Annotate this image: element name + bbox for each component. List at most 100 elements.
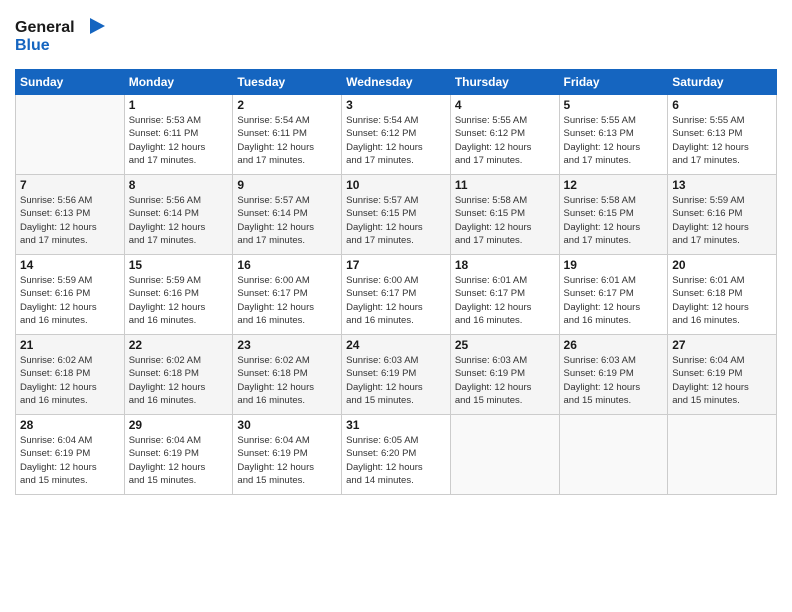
week-row-5: 28 Sunrise: 6:04 AMSunset: 6:19 PMDayligh… [16, 415, 777, 495]
calendar-cell: 24Sunrise: 6:03 AMSunset: 6:19 PMDayligh… [342, 335, 451, 415]
calendar-cell: 5 Sunrise: 5:55 AMSunset: 6:13 PMDaylight… [559, 95, 668, 175]
header-row: SundayMondayTuesdayWednesdayThursdayFrid… [16, 70, 777, 95]
day-number: 4 [455, 98, 555, 112]
day-number: 3 [346, 98, 446, 112]
calendar-cell: 23 Sunrise: 6:02 AMSunset: 6:18 PMDayligh… [233, 335, 342, 415]
calendar-cell: 17 Sunrise: 6:00 AMSunset: 6:17 PMDayligh… [342, 255, 451, 335]
week-row-4: 21 Sunrise: 6:02 AMSunset: 6:18 PMDayligh… [16, 335, 777, 415]
day-info: Sunrise: 5:53 AMSunset: 6:11 PMDaylight:… [129, 114, 229, 167]
calendar-cell: 6 Sunrise: 5:55 AMSunset: 6:13 PMDaylight… [668, 95, 777, 175]
week-row-1: 1 Sunrise: 5:53 AMSunset: 6:11 PMDaylight… [16, 95, 777, 175]
calendar-cell: 29 Sunrise: 6:04 AMSunset: 6:19 PMDayligh… [124, 415, 233, 495]
week-row-2: 7 Sunrise: 5:56 AMSunset: 6:13 PMDaylight… [16, 175, 777, 255]
calendar-cell: 20Sunrise: 6:01 AMSunset: 6:18 PMDayligh… [668, 255, 777, 335]
day-info: Sunrise: 5:59 AMSunset: 6:16 PMDaylight:… [20, 274, 120, 327]
day-info: Sunrise: 5:56 AMSunset: 6:14 PMDaylight:… [129, 194, 229, 247]
calendar-cell [16, 95, 125, 175]
calendar-cell: 7 Sunrise: 5:56 AMSunset: 6:13 PMDaylight… [16, 175, 125, 255]
day-number: 9 [237, 178, 337, 192]
day-info: Sunrise: 6:00 AMSunset: 6:17 PMDaylight:… [237, 274, 337, 327]
calendar-cell: 14 Sunrise: 5:59 AMSunset: 6:16 PMDayligh… [16, 255, 125, 335]
calendar-cell: 16 Sunrise: 6:00 AMSunset: 6:17 PMDayligh… [233, 255, 342, 335]
day-info: Sunrise: 6:00 AMSunset: 6:17 PMDaylight:… [346, 274, 446, 327]
day-number: 11 [455, 178, 555, 192]
day-number: 31 [346, 418, 446, 432]
day-info: Sunrise: 5:55 AMSunset: 6:13 PMDaylight:… [672, 114, 772, 167]
calendar-cell: 8Sunrise: 5:56 AMSunset: 6:14 PMDaylight… [124, 175, 233, 255]
day-number: 15 [129, 258, 229, 272]
column-header-wednesday: Wednesday [342, 70, 451, 95]
week-row-3: 14 Sunrise: 5:59 AMSunset: 6:16 PMDayligh… [16, 255, 777, 335]
day-number: 10 [346, 178, 446, 192]
calendar-cell: 10 Sunrise: 5:57 AMSunset: 6:15 PMDayligh… [342, 175, 451, 255]
column-header-thursday: Thursday [450, 70, 559, 95]
day-info: Sunrise: 6:02 AMSunset: 6:18 PMDaylight:… [20, 354, 120, 407]
day-info: Sunrise: 5:57 AMSunset: 6:14 PMDaylight:… [237, 194, 337, 247]
day-info: Sunrise: 5:58 AMSunset: 6:15 PMDaylight:… [564, 194, 664, 247]
day-info: Sunrise: 6:04 AMSunset: 6:19 PMDaylight:… [672, 354, 772, 407]
logo: General Blue [15, 14, 105, 61]
day-info: Sunrise: 6:04 AMSunset: 6:19 PMDaylight:… [237, 434, 337, 487]
day-info: Sunrise: 5:59 AMSunset: 6:16 PMDaylight:… [129, 274, 229, 327]
calendar-cell: 4 Sunrise: 5:55 AMSunset: 6:12 PMDaylight… [450, 95, 559, 175]
day-info: Sunrise: 6:01 AMSunset: 6:17 PMDaylight:… [455, 274, 555, 327]
day-info: Sunrise: 6:02 AMSunset: 6:18 PMDaylight:… [237, 354, 337, 407]
calendar-cell: 30 Sunrise: 6:04 AMSunset: 6:19 PMDayligh… [233, 415, 342, 495]
svg-text:General: General [15, 19, 75, 36]
day-number: 29 [129, 418, 229, 432]
day-info: Sunrise: 5:54 AMSunset: 6:11 PMDaylight:… [237, 114, 337, 167]
day-info: Sunrise: 6:03 AMSunset: 6:19 PMDaylight:… [564, 354, 664, 407]
column-header-saturday: Saturday [668, 70, 777, 95]
day-number: 26 [564, 338, 664, 352]
day-info: Sunrise: 5:55 AMSunset: 6:12 PMDaylight:… [455, 114, 555, 167]
day-info: Sunrise: 5:54 AMSunset: 6:12 PMDaylight:… [346, 114, 446, 167]
calendar-cell [559, 415, 668, 495]
day-number: 5 [564, 98, 664, 112]
calendar-cell: 21 Sunrise: 6:02 AMSunset: 6:18 PMDayligh… [16, 335, 125, 415]
day-number: 23 [237, 338, 337, 352]
calendar-cell: 15 Sunrise: 5:59 AMSunset: 6:16 PMDayligh… [124, 255, 233, 335]
header: General Blue [15, 10, 777, 61]
day-number: 13 [672, 178, 772, 192]
calendar-cell: 25Sunrise: 6:03 AMSunset: 6:19 PMDayligh… [450, 335, 559, 415]
day-info: Sunrise: 6:05 AMSunset: 6:20 PMDaylight:… [346, 434, 446, 487]
day-number: 16 [237, 258, 337, 272]
calendar-cell [450, 415, 559, 495]
day-number: 6 [672, 98, 772, 112]
day-number: 22 [129, 338, 229, 352]
day-info: Sunrise: 6:03 AMSunset: 6:19 PMDaylight:… [346, 354, 446, 407]
day-info: Sunrise: 6:01 AMSunset: 6:17 PMDaylight:… [564, 274, 664, 327]
day-info: Sunrise: 5:56 AMSunset: 6:13 PMDaylight:… [20, 194, 120, 247]
day-number: 2 [237, 98, 337, 112]
column-header-sunday: Sunday [16, 70, 125, 95]
day-info: Sunrise: 5:55 AMSunset: 6:13 PMDaylight:… [564, 114, 664, 167]
day-number: 1 [129, 98, 229, 112]
day-info: Sunrise: 5:59 AMSunset: 6:16 PMDaylight:… [672, 194, 772, 247]
calendar-cell: 11Sunrise: 5:58 AMSunset: 6:15 PMDayligh… [450, 175, 559, 255]
day-info: Sunrise: 6:01 AMSunset: 6:18 PMDaylight:… [672, 274, 772, 327]
day-info: Sunrise: 6:04 AMSunset: 6:19 PMDaylight:… [129, 434, 229, 487]
column-header-tuesday: Tuesday [233, 70, 342, 95]
calendar-cell: 3 Sunrise: 5:54 AMSunset: 6:12 PMDaylight… [342, 95, 451, 175]
day-number: 7 [20, 178, 120, 192]
calendar-cell: 28 Sunrise: 6:04 AMSunset: 6:19 PMDayligh… [16, 415, 125, 495]
day-info: Sunrise: 5:57 AMSunset: 6:15 PMDaylight:… [346, 194, 446, 247]
day-number: 12 [564, 178, 664, 192]
calendar-cell: 31 Sunrise: 6:05 AMSunset: 6:20 PMDayligh… [342, 415, 451, 495]
column-header-friday: Friday [559, 70, 668, 95]
day-info: Sunrise: 6:03 AMSunset: 6:19 PMDaylight:… [455, 354, 555, 407]
page: General Blue SundayMondayTuesdayWednesda… [0, 0, 792, 612]
calendar-cell: 19 Sunrise: 6:01 AMSunset: 6:17 PMDayligh… [559, 255, 668, 335]
day-number: 17 [346, 258, 446, 272]
calendar-cell: 18Sunrise: 6:01 AMSunset: 6:17 PMDayligh… [450, 255, 559, 335]
day-number: 28 [20, 418, 120, 432]
calendar-cell: 1 Sunrise: 5:53 AMSunset: 6:11 PMDaylight… [124, 95, 233, 175]
day-info: Sunrise: 6:04 AMSunset: 6:19 PMDaylight:… [20, 434, 120, 487]
day-number: 21 [20, 338, 120, 352]
day-number: 14 [20, 258, 120, 272]
day-number: 30 [237, 418, 337, 432]
day-number: 19 [564, 258, 664, 272]
calendar-cell: 26 Sunrise: 6:03 AMSunset: 6:19 PMDayligh… [559, 335, 668, 415]
day-info: Sunrise: 6:02 AMSunset: 6:18 PMDaylight:… [129, 354, 229, 407]
day-number: 27 [672, 338, 772, 352]
